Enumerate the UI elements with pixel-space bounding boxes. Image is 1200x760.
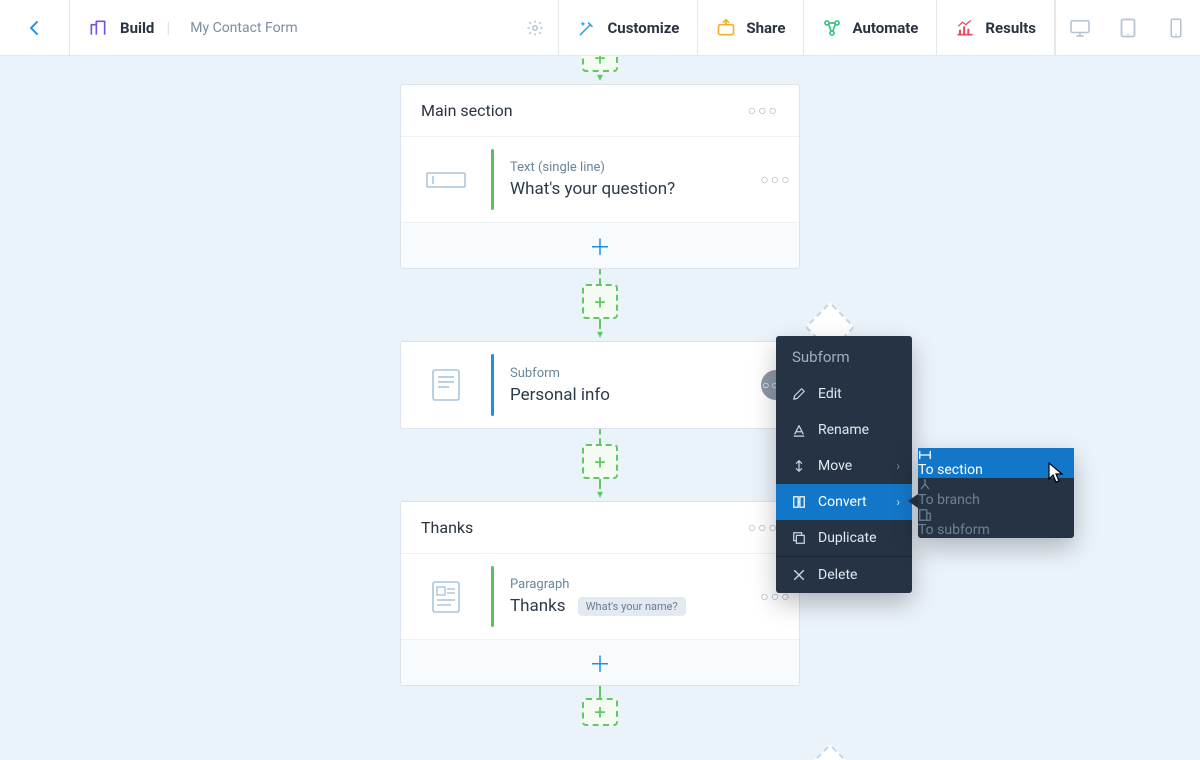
nav-automate[interactable]: Automate: [804, 0, 937, 55]
chevron-right-icon: ›: [896, 459, 900, 473]
add-section-button[interactable]: +: [582, 284, 618, 319]
gear-icon: [526, 19, 544, 37]
field-title: Thanks What's your name?: [510, 596, 741, 616]
nav-customize-label: Customize: [607, 19, 679, 37]
ctx-rename[interactable]: Rename: [776, 412, 912, 448]
section-card-subform: Subform Personal info ○○○: [400, 341, 800, 429]
device-desktop[interactable]: [1056, 0, 1104, 56]
close-icon: [792, 568, 806, 582]
context-submenu: To section To branch To subform: [918, 448, 1074, 538]
add-section-button[interactable]: +: [582, 444, 618, 479]
section-title: Main section: [421, 101, 513, 120]
field-menu-button[interactable]: ○○○: [760, 171, 791, 188]
device-tablet[interactable]: [1104, 0, 1152, 56]
mobile-icon: [1170, 18, 1182, 38]
ctx-convert[interactable]: Convert ›: [776, 484, 912, 520]
variable-pill[interactable]: What's your name?: [578, 597, 686, 616]
paragraph-icon: [431, 580, 461, 614]
ctx-duplicate[interactable]: Duplicate: [776, 520, 912, 556]
branch-node[interactable]: [805, 744, 856, 760]
ctx-edit[interactable]: Edit: [776, 376, 912, 412]
sub-to-section[interactable]: To section: [918, 448, 1074, 478]
add-section-button[interactable]: +: [582, 698, 618, 726]
arrow-down-icon: ▾: [597, 70, 603, 84]
connector: + ▾: [400, 429, 800, 501]
nav-share[interactable]: Share: [698, 0, 804, 55]
field-type-label: Paragraph: [510, 577, 741, 592]
field-type-label: Text (single line): [510, 160, 741, 175]
subform-small-icon: [918, 508, 932, 522]
nav-build[interactable]: Build | My Contact Form: [70, 0, 559, 55]
sub-to-branch: To branch: [918, 478, 1074, 508]
arrow-down-icon: ▾: [597, 487, 603, 501]
automate-icon: [822, 18, 842, 38]
nav-results-label: Results: [985, 19, 1036, 37]
nav-results[interactable]: Results: [937, 0, 1055, 55]
section-icon: [918, 448, 932, 462]
section-menu-button[interactable]: ○○○: [748, 102, 779, 119]
tablet-icon: [1120, 18, 1136, 38]
connector: + ▾: [400, 269, 800, 341]
results-icon: [955, 18, 975, 38]
section-title: Thanks: [421, 518, 473, 537]
ctx-delete[interactable]: Delete: [776, 556, 912, 593]
text-input-icon: [426, 170, 466, 190]
add-field-button[interactable]: ＋: [401, 222, 799, 268]
device-mobile[interactable]: [1152, 0, 1200, 56]
nav-customize[interactable]: Customize: [559, 0, 698, 55]
add-field-button[interactable]: ＋: [401, 639, 799, 685]
share-icon: [716, 18, 736, 38]
arrow-down-icon: ▾: [597, 327, 603, 341]
flow-column: + ▾ Main section ○○○ Text (single line) …: [400, 56, 800, 726]
desktop-icon: [1069, 19, 1091, 37]
duplicate-icon: [792, 531, 806, 545]
ctx-move[interactable]: Move ›: [776, 448, 912, 484]
back-button[interactable]: [0, 0, 70, 55]
field-type-label: Subform: [510, 366, 741, 381]
field-row[interactable]: Subform Personal info ○○○: [401, 342, 799, 428]
section-card-thanks: Thanks ○○○ Paragraph Thanks What's your …: [400, 501, 800, 686]
plus-icon: ＋: [589, 647, 611, 679]
field-title: Personal info: [510, 385, 741, 405]
sub-to-subform: To subform: [918, 508, 1074, 538]
plus-icon: ＋: [589, 230, 611, 262]
wand-icon: [577, 18, 597, 38]
move-icon: [792, 459, 806, 473]
chevron-left-icon: [28, 18, 42, 38]
form-name[interactable]: My Contact Form: [190, 20, 297, 36]
settings-button[interactable]: [526, 19, 544, 37]
nav-share-label: Share: [746, 19, 785, 37]
device-switcher: [1055, 0, 1200, 55]
convert-icon: [792, 495, 806, 509]
section-card-main: Main section ○○○ Text (single line) What…: [400, 84, 800, 269]
branch-icon: [918, 478, 932, 492]
connector: +: [400, 686, 800, 726]
pencil-icon: [792, 387, 806, 401]
build-icon: [88, 18, 108, 38]
context-menu-title: Subform: [776, 336, 912, 376]
subform-icon: [431, 368, 461, 402]
chevron-right-icon: ›: [896, 495, 900, 509]
top-nav: Build | My Contact Form Customize Share …: [0, 0, 1200, 56]
connector: + ▾: [400, 56, 800, 84]
field-row[interactable]: Text (single line) What's your question?…: [401, 136, 799, 222]
canvas[interactable]: + ▾ Main section ○○○ Text (single line) …: [0, 56, 1200, 760]
rename-icon: [792, 423, 806, 437]
field-row[interactable]: Paragraph Thanks What's your name? ○○○: [401, 553, 799, 639]
submenu-arrow: [908, 494, 918, 508]
section-menu-button[interactable]: ○○○: [748, 519, 779, 536]
nav-automate-label: Automate: [852, 19, 918, 37]
context-menu: Subform Edit Rename Move › Convert › Dup…: [776, 336, 912, 593]
nav-build-label: Build: [120, 19, 154, 37]
field-title: What's your question?: [510, 179, 741, 199]
